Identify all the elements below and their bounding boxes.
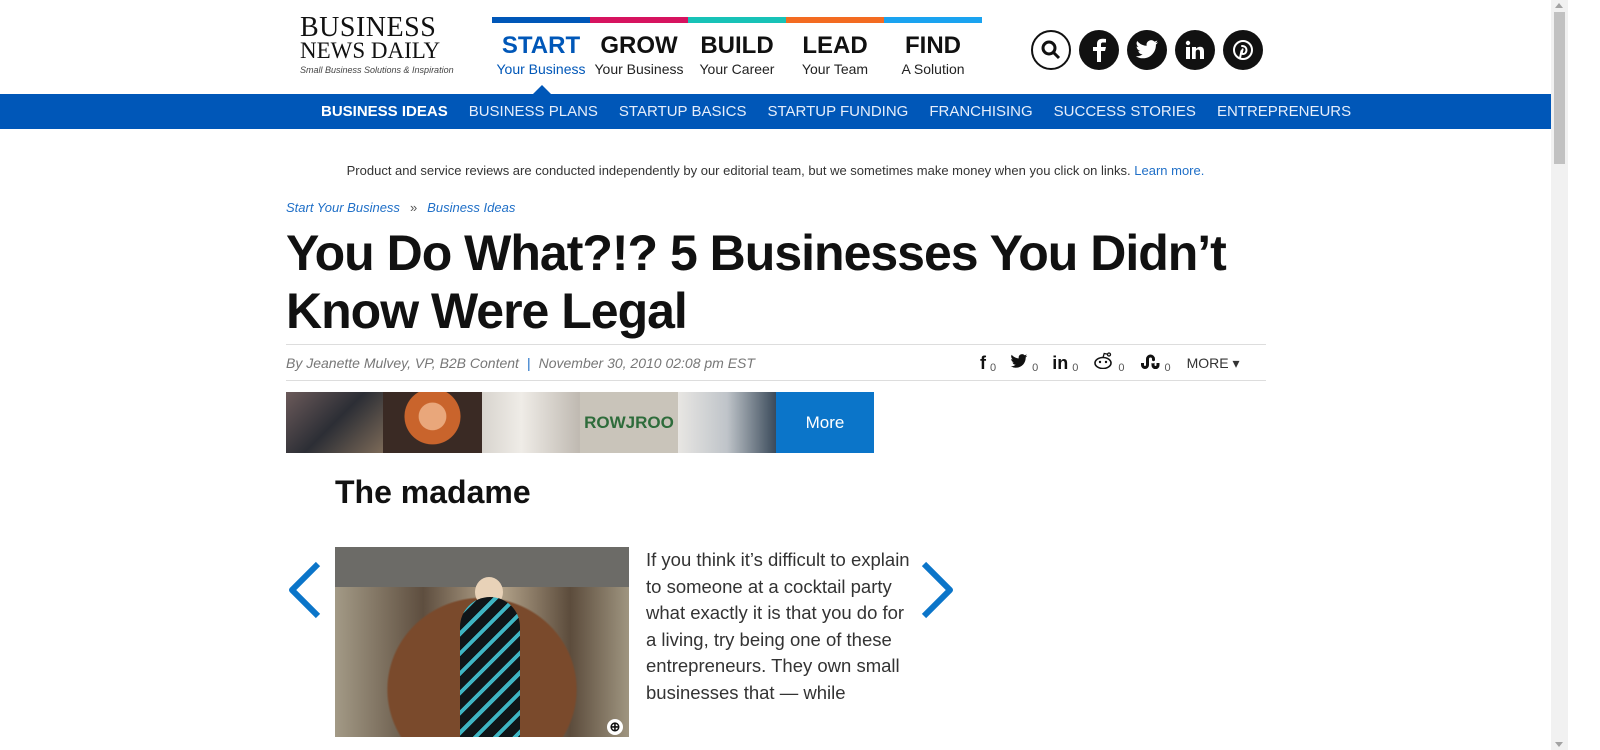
share-count: 0 <box>1072 361 1079 374</box>
nav-lead-subtitle: Your Team <box>801 61 869 77</box>
reddit-icon <box>1092 352 1114 374</box>
share-twitter[interactable]: 0 <box>1010 353 1038 374</box>
byline-separator: | <box>526 355 531 371</box>
subnav-success-stories[interactable]: SUCCESS STORIES <box>1054 103 1196 120</box>
share-count: 0 <box>1032 361 1039 374</box>
author-link[interactable]: By Jeanette Mulvey, VP, B2B Content <box>286 355 519 371</box>
twitter-icon <box>1010 353 1028 374</box>
share-more-dropdown[interactable]: MORE ▾ <box>1187 355 1240 372</box>
article-byline: By Jeanette Mulvey, VP, B2B Content | Nove… <box>286 355 755 371</box>
subnav-startup-funding[interactable]: STARTUP FUNDING <box>767 103 908 120</box>
subnav-business-ideas[interactable]: BUSINESS IDEAS <box>321 103 448 120</box>
nav-start-subtitle: Your Business <box>496 61 586 77</box>
search-icon[interactable] <box>1031 30 1071 70</box>
next-slide-arrow-icon[interactable] <box>916 560 956 620</box>
subnav-franchising[interactable]: FRANCHISING <box>929 103 1032 120</box>
subnav-entrepreneurs[interactable]: ENTREPRENEURS <box>1217 103 1351 120</box>
linkedin-icon[interactable] <box>1175 30 1215 70</box>
breadcrumb: Start Your Business » Business Ideas <box>286 200 515 215</box>
secondary-nav: BUSINESS IDEAS BUSINESS PLANS STARTUP BA… <box>0 94 1551 129</box>
share-reddit[interactable]: 0 <box>1092 352 1125 374</box>
nav-grow-bar <box>590 17 688 23</box>
nav-grow-title: GROW <box>600 32 678 59</box>
divider-bottom <box>286 380 1266 381</box>
zoom-icon[interactable]: ⊕ <box>607 719 623 735</box>
thumbnail-4[interactable]: ROWJROO <box>580 392 678 453</box>
nav-lead[interactable]: LEAD Your Team <box>786 17 884 94</box>
primary-nav: START Your Business GROW Your Business B… <box>492 17 982 94</box>
share-count: 0 <box>1118 362 1125 374</box>
thumbnail-logo-text: ROWJROO <box>584 412 674 432</box>
more-thumbnails-button[interactable]: More <box>776 392 874 453</box>
stumbleupon-icon <box>1139 353 1161 374</box>
share-count: 0 <box>1164 361 1171 374</box>
share-count: 0 <box>990 361 997 374</box>
slideshow-thumbnails: ROWJROO More <box>286 392 874 453</box>
nav-find-bar <box>884 17 982 23</box>
nav-grow[interactable]: GROW Your Business <box>590 17 688 94</box>
thumbnail-3[interactable] <box>482 392 580 453</box>
site-logo[interactable]: BUSINESS NEWS DAILY Small Business Solut… <box>300 12 460 76</box>
divider-top <box>286 344 1266 345</box>
nav-start-title: START <box>501 32 581 59</box>
facebook-icon: f <box>980 352 986 373</box>
slide-title: The madame <box>335 474 531 510</box>
logo-tagline: Small Business Solutions & Inspiration <box>300 65 454 75</box>
site-header: BUSINESS NEWS DAILY Small Business Solut… <box>0 0 1551 94</box>
share-stumbleupon[interactable]: 0 <box>1139 353 1171 374</box>
pinterest-icon[interactable] <box>1223 30 1263 70</box>
editorial-disclaimer: Product and service reviews are conducte… <box>0 163 1551 178</box>
nav-start-bar <box>492 17 590 23</box>
logo-line1: BUSINESS <box>300 12 437 43</box>
breadcrumb-separator: » <box>409 200 418 215</box>
thumbnail-1[interactable] <box>286 392 383 453</box>
subnav-business-plans[interactable]: BUSINESS PLANS <box>469 103 598 120</box>
scrollbar-thumb[interactable] <box>1554 12 1565 164</box>
nav-build-title: BUILD <box>700 32 774 59</box>
breadcrumb-start-your-business[interactable]: Start Your Business <box>286 200 400 215</box>
subnav-startup-basics[interactable]: STARTUP BASICS <box>619 103 747 120</box>
nav-lead-title: LEAD <box>802 32 868 59</box>
share-facebook[interactable]: f0 <box>980 353 996 374</box>
share-bar: f0 0 in 0 0 0 MORE ▾ <box>980 352 1240 374</box>
nav-build-bar <box>688 17 786 23</box>
thumbnail-5[interactable] <box>678 392 776 453</box>
thumbnail-2[interactable] <box>383 392 482 453</box>
page-scrollbar[interactable] <box>1551 0 1568 750</box>
header-icons <box>1031 30 1263 70</box>
active-caret <box>533 85 551 94</box>
nav-build[interactable]: BUILD Your Career <box>688 17 786 94</box>
slide-body-text: If you think it’s difficult to explain t… <box>646 549 910 703</box>
logo-line2: NEWS DAILY <box>300 38 441 63</box>
nav-build-subtitle: Your Career <box>699 61 775 77</box>
facebook-icon[interactable] <box>1079 30 1119 70</box>
breadcrumb-business-ideas[interactable]: Business Ideas <box>427 200 515 215</box>
learn-more-link[interactable]: Learn more. <box>1134 163 1204 178</box>
twitter-icon[interactable] <box>1127 30 1167 70</box>
publish-date: November 30, 2010 02:08 pm EST <box>538 355 755 371</box>
linkedin-icon: in <box>1052 352 1069 373</box>
scroll-up-arrow-icon[interactable] <box>1555 3 1563 8</box>
nav-start[interactable]: START Your Business <box>492 17 590 94</box>
slide-photo[interactable]: ⊕ <box>335 547 629 737</box>
nav-grow-subtitle: Your Business <box>594 61 684 77</box>
disclaimer-text: Product and service reviews are conducte… <box>346 163 1131 178</box>
nav-find[interactable]: FIND A Solution <box>884 17 982 94</box>
scroll-down-arrow-icon[interactable] <box>1555 742 1563 747</box>
nav-lead-bar <box>786 17 884 23</box>
article-headline: You Do What?!? 5 Businesses You Didn’t K… <box>286 225 1227 339</box>
share-linkedin[interactable]: in 0 <box>1052 353 1078 374</box>
nav-find-title: FIND <box>905 32 961 59</box>
photo-subject-dress <box>460 597 520 737</box>
nav-find-subtitle: A Solution <box>901 61 965 77</box>
previous-slide-arrow-icon[interactable] <box>286 560 326 620</box>
